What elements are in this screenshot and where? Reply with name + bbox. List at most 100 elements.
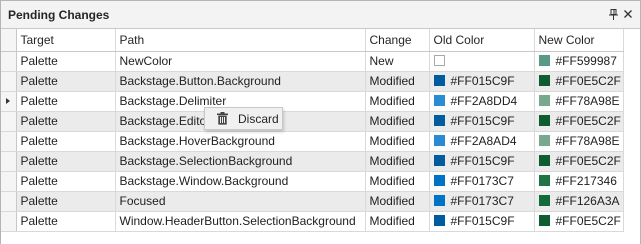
table-row[interactable]: Palette Backstage.Window.Background Modifi… (1, 171, 624, 192)
table-row[interactable]: Palette Backstage.Editor Modified #FF015C9F… (1, 111, 624, 132)
cell-new-color[interactable]: #FF78A98E (534, 91, 624, 112)
row-indicator[interactable] (1, 131, 17, 152)
row-indicator[interactable] (1, 191, 17, 212)
cell-change[interactable]: Modified (365, 171, 430, 192)
color-swatch (538, 95, 550, 106)
cell-path-text: Backstage.Editor (119, 114, 211, 128)
cell-old-color[interactable]: #FF0173C7 (429, 171, 535, 192)
cell-change[interactable]: Modified (365, 151, 430, 172)
pin-icon[interactable] (606, 6, 620, 22)
row-indicator[interactable] (1, 151, 17, 172)
color-swatch (433, 115, 445, 126)
cell-target[interactable]: Palette (16, 51, 116, 72)
row-indicator[interactable] (1, 211, 17, 232)
cell-old-color[interactable]: #FF015C9F (429, 71, 535, 92)
cell-old-color-text: #FF015C9F (450, 74, 515, 88)
discard-menu-item[interactable]: Discard (205, 108, 282, 129)
cell-new-color[interactable]: #FF78A98E (534, 131, 624, 152)
cell-old-color[interactable] (429, 51, 535, 72)
cell-target[interactable]: Palette (16, 91, 116, 112)
cell-path[interactable]: Backstage.SelectionBackground (115, 151, 366, 172)
table-row[interactable]: Palette Backstage.Button.Background Modifi… (1, 71, 624, 92)
cell-new-color-text: #FF217346 (555, 174, 617, 188)
cell-old-color[interactable]: #FF015C9F (429, 151, 535, 172)
cell-target[interactable]: Palette (16, 131, 116, 152)
column-header-change[interactable]: Change (365, 29, 430, 52)
cell-path[interactable]: NewColor (115, 51, 366, 72)
row-indicator[interactable] (1, 51, 17, 72)
cell-new-color[interactable]: #FF599987 (534, 51, 624, 72)
table-row[interactable]: Palette Backstage.HoverBackground Modified… (1, 131, 624, 152)
panel-title-bar[interactable]: Pending Changes (1, 1, 640, 28)
color-swatch (433, 155, 445, 166)
row-indicator[interactable] (1, 91, 17, 112)
cell-target[interactable]: Palette (16, 111, 116, 132)
cell-path-text: Backstage.Button.Background (119, 74, 281, 88)
cell-new-color[interactable]: #FF126A3A (534, 191, 624, 212)
cell-change[interactable]: Modified (365, 211, 430, 232)
cell-new-color[interactable]: #FF0E5C2F (534, 71, 624, 92)
color-swatch (433, 195, 445, 206)
row-indicator[interactable] (1, 171, 17, 192)
close-icon[interactable] (621, 6, 635, 22)
cell-path[interactable]: Backstage.Window.Background (115, 171, 366, 192)
cell-change-text: Modified (369, 74, 415, 88)
cell-new-color-text: #FF78A98E (555, 134, 620, 148)
cell-old-color[interactable]: #FF2A8DD4 (429, 91, 535, 112)
table-row[interactable]: Palette Focused Modified #FF0173C7 #FF126A3A (1, 191, 624, 212)
column-header-target[interactable]: Target (16, 29, 116, 52)
color-swatch (433, 95, 445, 106)
cell-new-color-text: #FF78A98E (555, 94, 620, 108)
header-row: Target Path Change Old Color New Color (1, 29, 624, 52)
cell-target[interactable]: Palette (16, 191, 116, 212)
row-indicator[interactable] (1, 71, 17, 92)
cell-new-color[interactable]: #FF0E5C2F (534, 211, 624, 232)
cell-old-color[interactable]: #FF015C9F (429, 111, 535, 132)
color-swatch (538, 115, 550, 126)
cell-path-text: Backstage.SelectionBackground (119, 154, 293, 168)
cell-change-text: Modified (369, 134, 415, 148)
cell-change[interactable]: Modified (365, 71, 430, 92)
cell-old-color-text: #FF2A8AD4 (450, 134, 517, 148)
cell-change[interactable]: Modified (365, 191, 430, 212)
cell-change[interactable]: Modified (365, 111, 430, 132)
cell-new-color[interactable]: #FF0E5C2F (534, 151, 624, 172)
context-menu: Discard (204, 107, 283, 130)
cell-new-color-text: #FF599987 (555, 54, 617, 68)
cell-new-color[interactable]: #FF217346 (534, 171, 624, 192)
table-row[interactable]: Palette Backstage.SelectionBackground Modi… (1, 151, 624, 172)
cell-change-text: Modified (369, 174, 415, 188)
color-swatch (538, 55, 550, 66)
cell-path[interactable]: Focused (115, 191, 366, 212)
table-row[interactable]: Palette NewColor New #FF599987 (1, 51, 624, 72)
color-swatch (433, 175, 445, 186)
cell-target[interactable]: Palette (16, 151, 116, 172)
cell-path[interactable]: Backstage.Button.Background (115, 71, 366, 92)
cell-old-color[interactable]: #FF015C9F (429, 211, 535, 232)
cell-change[interactable]: New (365, 51, 430, 72)
table-row[interactable]: Palette Backstage.Delimiter Modified #FF2A8… (1, 91, 624, 112)
cell-path-text: Backstage.HoverBackground (119, 134, 275, 148)
cell-change[interactable]: Modified (365, 131, 430, 152)
changes-grid: Target Path Change Old Color New Color P… (1, 28, 640, 244)
color-swatch (538, 175, 550, 186)
cell-path[interactable]: Backstage.HoverBackground (115, 131, 366, 152)
cell-target[interactable]: Palette (16, 171, 116, 192)
cell-target[interactable]: Palette (16, 211, 116, 232)
cell-path[interactable]: Window.HeaderButton.SelectionBackground (115, 211, 366, 232)
table-row[interactable]: Palette Window.HeaderButton.SelectionBack… (1, 211, 624, 232)
column-header-path[interactable]: Path (115, 29, 366, 52)
cell-old-color-text: #FF0173C7 (450, 174, 514, 188)
cell-old-color[interactable]: #FF2A8AD4 (429, 131, 535, 152)
column-header-new-color[interactable]: New Color (534, 29, 624, 52)
row-indicator[interactable] (1, 111, 17, 132)
cell-old-color[interactable]: #FF0173C7 (429, 191, 535, 212)
cell-target[interactable]: Palette (16, 71, 116, 92)
cell-new-color[interactable]: #FF0E5C2F (534, 111, 624, 132)
cell-path-text: Backstage.Window.Background (119, 174, 289, 188)
column-header-old-color[interactable]: Old Color (429, 29, 535, 52)
cell-new-color-text: #FF126A3A (555, 194, 620, 208)
cell-target-text: Palette (20, 154, 58, 168)
cell-new-color-text: #FF0E5C2F (555, 114, 621, 128)
cell-change[interactable]: Modified (365, 91, 430, 112)
